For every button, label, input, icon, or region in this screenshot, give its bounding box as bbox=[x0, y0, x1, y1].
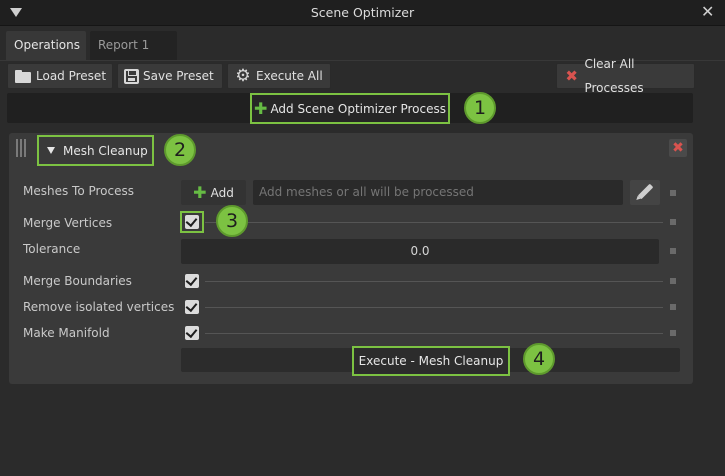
add-scene-optimizer-process-button[interactable]: ✚ Add Scene Optimizer Process bbox=[250, 93, 450, 124]
add-mesh-label: Add bbox=[210, 185, 234, 200]
clear-x-icon: ✖ bbox=[565, 67, 578, 85]
save-icon bbox=[124, 68, 139, 84]
execute-all-button[interactable]: ⚙ Execute All bbox=[227, 63, 331, 89]
divider-line bbox=[205, 333, 663, 334]
load-preset-label: Load Preset bbox=[36, 69, 107, 83]
reset-remove-isolated-icon[interactable] bbox=[670, 304, 676, 310]
window-title: Scene Optimizer bbox=[310, 5, 415, 20]
edit-meshes-button[interactable] bbox=[630, 180, 660, 205]
reset-merge-vertices-icon[interactable] bbox=[670, 219, 676, 225]
plus-icon: ✚ bbox=[254, 98, 268, 118]
save-preset-button[interactable]: Save Preset bbox=[117, 63, 223, 89]
add-mesh-button[interactable]: ✚ Add bbox=[181, 180, 246, 205]
execute-all-label: Execute All bbox=[256, 69, 323, 83]
pencil-icon bbox=[637, 183, 654, 200]
divider-line bbox=[205, 281, 663, 282]
reset-meshes-icon[interactable] bbox=[670, 190, 676, 196]
callout-badge-1: 1 bbox=[464, 92, 496, 124]
remove-isolated-vertices-checkbox[interactable] bbox=[185, 300, 199, 314]
merge-boundaries-label: Merge Boundaries bbox=[23, 274, 132, 288]
close-icon[interactable]: ✕ bbox=[701, 4, 715, 20]
make-manifold-label: Make Manifold bbox=[23, 326, 110, 340]
divider-line bbox=[205, 222, 663, 223]
tolerance-field[interactable]: 0.0 bbox=[181, 239, 659, 264]
divider-line bbox=[205, 307, 663, 308]
process-title: Mesh Cleanup bbox=[63, 143, 148, 158]
reset-merge-boundaries-icon[interactable] bbox=[670, 278, 676, 284]
remove-process-icon[interactable]: ✖ bbox=[669, 139, 687, 157]
reset-make-manifold-icon[interactable] bbox=[670, 330, 676, 336]
meshes-input[interactable] bbox=[253, 180, 623, 205]
title-bar: Scene Optimizer ✕ bbox=[0, 0, 725, 26]
clear-all-processes-button[interactable]: ✖ Clear All Processes bbox=[556, 57, 695, 95]
tab-operations[interactable]: Operations bbox=[6, 31, 86, 60]
merge-vertices-label: Merge Vertices bbox=[23, 216, 113, 230]
save-preset-label: Save Preset bbox=[143, 69, 214, 83]
meshes-to-process-label: Meshes To Process bbox=[23, 184, 135, 198]
callout-badge-2: 2 bbox=[164, 134, 196, 166]
tolerance-label: Tolerance bbox=[23, 242, 81, 256]
folder-icon bbox=[14, 68, 32, 84]
callout-badge-4: 4 bbox=[523, 343, 555, 375]
merge-boundaries-checkbox[interactable] bbox=[185, 274, 199, 288]
add-process-label: Add Scene Optimizer Process bbox=[270, 101, 446, 116]
plus-icon: ✚ bbox=[193, 182, 207, 202]
collapse-triangle-icon bbox=[47, 147, 55, 154]
callout-badge-3: 3 bbox=[216, 205, 248, 237]
mesh-cleanup-header[interactable]: Mesh Cleanup bbox=[37, 135, 154, 166]
execute-mesh-cleanup-button[interactable]: Execute - Mesh Cleanup bbox=[352, 346, 510, 376]
merge-vertices-checkbox[interactable] bbox=[185, 215, 199, 229]
grip-icon[interactable] bbox=[16, 139, 26, 157]
make-manifold-checkbox[interactable] bbox=[185, 326, 199, 340]
reset-tolerance-icon[interactable] bbox=[670, 248, 676, 254]
load-preset-button[interactable]: Load Preset bbox=[7, 63, 113, 89]
tab-report-1[interactable]: Report 1 bbox=[90, 31, 177, 60]
gear-icon: ⚙ bbox=[235, 66, 251, 86]
remove-isolated-vertices-label: Remove isolated vertices bbox=[23, 300, 175, 314]
